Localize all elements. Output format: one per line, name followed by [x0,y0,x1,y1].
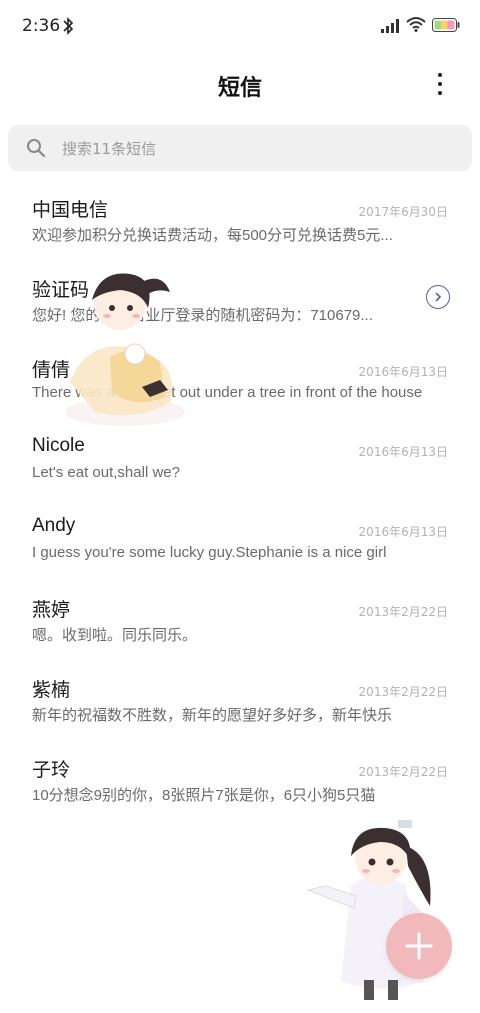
signal-icon [381,19,399,33]
conversation-item[interactable]: 燕婷 2013年2月22日 嗯。收到啦。同乐同乐。 [0,583,480,663]
conversation-date: 2013年2月22日 [358,605,448,619]
bluetooth-icon [63,17,74,35]
conversation-list: 中国电信 2017年6月30日 欢迎参加积分兑换话费活动，每500分可兑换话费5… [0,183,480,823]
conversation-name: 中国电信 [32,200,109,221]
conversation-snippet: 10分想念9别的你，8张照片7张是你，6只小狗5只猫 [32,787,376,804]
conversation-date: 2013年2月22日 [358,685,448,699]
new-message-button[interactable] [386,913,452,979]
app-header: 短信 [0,52,480,116]
conversation-item[interactable]: Andy 2016年6月13日 I guess you're some luck… [0,503,480,583]
conversation-snippet: 新年的祝福数不胜数，新年的愿望好多好多，新年快乐 [32,707,393,724]
wifi-icon [406,17,426,32]
more-vertical-icon [438,73,442,77]
conversation-name: Andy [32,515,76,536]
conversation-name: 子玲 [32,760,71,781]
conversation-snippet: There was a table set out under a tree i… [32,384,423,401]
status-bar: 2:36 [0,0,480,52]
search-input[interactable] [60,133,464,165]
anime-character-image [306,820,444,1000]
search-icon [27,139,46,158]
conversation-date: 2013年2月22日 [358,765,448,779]
status-time: 2:36 [22,16,61,36]
conversation-name: Nicole [32,435,85,456]
conversation-item[interactable]: Nicole 2016年6月13日 Let's eat out,shall we… [0,423,480,503]
conversation-snippet: I guess you're some lucky guy.Stephanie … [32,544,387,561]
conversation-item[interactable]: 倩倩 2016年6月13日 There was a table set out … [0,343,480,423]
conversation-item[interactable]: 紫楠 2013年2月22日 新年的祝福数不胜数，新年的愿望好多好多，新年快乐 [0,663,480,743]
conversation-item[interactable]: 中国电信 2017年6月30日 欢迎参加积分兑换话费活动，每500分可兑换话费5… [0,183,480,263]
conversation-snippet: 欢迎参加积分兑换话费活动，每500分可兑换话费5元... [32,227,393,244]
conversation-date: 2016年6月13日 [358,445,448,459]
conversation-name: 燕婷 [32,600,71,621]
conversation-date: 2017年6月30日 [358,205,448,219]
page-title: 短信 [217,76,262,101]
plus-icon [405,932,433,960]
search-bar[interactable] [8,125,472,171]
conversation-item[interactable]: 验证码 您好! 您的网上营业厅登录的随机密码为：710679... [0,263,480,343]
conversation-snippet: 您好! 您的网上营业厅登录的随机密码为：710679... [32,307,373,324]
more-options-button[interactable] [424,66,456,102]
conversation-date: 2016年6月13日 [358,525,448,539]
chevron-right-circle-icon[interactable] [426,285,450,309]
conversation-item[interactable]: 子玲 2013年2月22日 10分想念9别的你，8张照片7张是你，6只小狗5只猫 [0,743,480,823]
conversation-snippet: Let's eat out,shall we? [32,464,180,481]
conversation-name: 倩倩 [32,360,71,381]
conversation-date: 2016年6月13日 [358,365,448,379]
conversation-name: 验证码 [32,280,90,301]
battery-icon [432,18,460,32]
conversation-snippet: 嗯。收到啦。同乐同乐。 [32,627,198,644]
conversation-name: 紫楠 [32,680,71,701]
